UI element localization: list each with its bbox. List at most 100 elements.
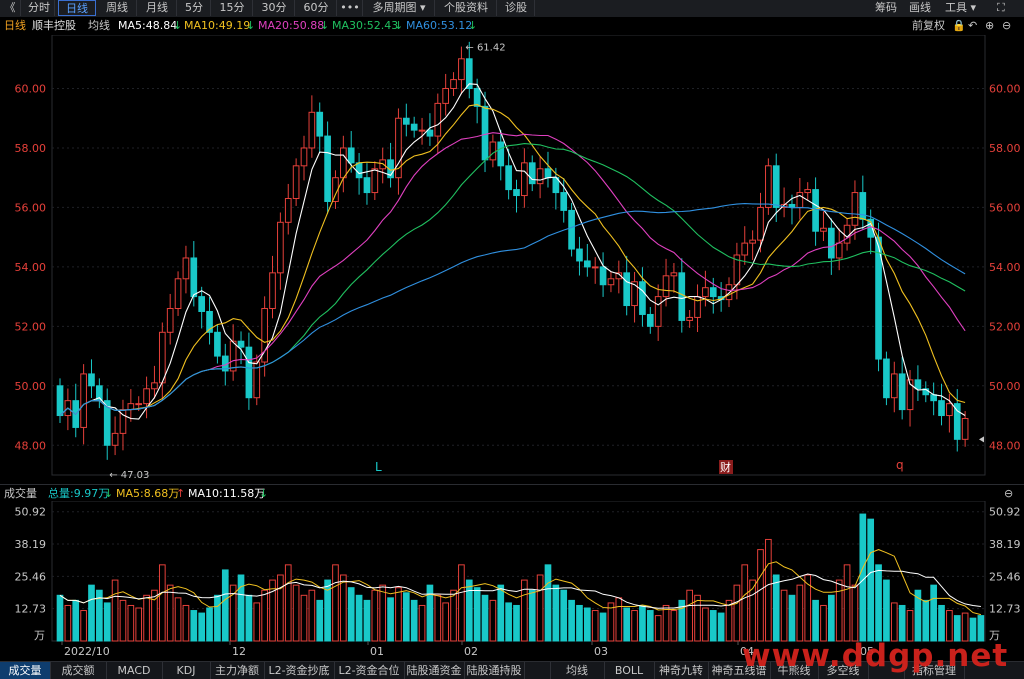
indicator-tab-6[interactable]: L2-资金合位 xyxy=(334,662,405,679)
candle-body xyxy=(646,313,654,327)
volume-bar xyxy=(560,589,568,642)
volume-bar xyxy=(591,610,599,642)
ma30-down-arrow-icon: ↓ xyxy=(394,19,404,32)
price-grid xyxy=(51,35,986,476)
volume-bar xyxy=(946,610,953,642)
indicator-tab-9[interactable] xyxy=(524,662,551,679)
candle-body xyxy=(347,147,355,164)
volume-bar xyxy=(890,602,898,642)
indicator-tab-1[interactable]: 成交额 xyxy=(50,662,107,679)
top-toolbar: 《 分时 日线 周线 月线 5分 15分 30分 60分 ••• 多周期图 ▾ 个股资料 诊股 筹码 … xyxy=(0,0,1024,18)
volume-ma5-line xyxy=(59,549,982,616)
candle-body xyxy=(363,177,371,194)
volume-bar xyxy=(214,594,221,642)
volume-chart[interactable]: 50.92 50.92 38.19 38.19 25.46 25.46 12.73 12.73… xyxy=(0,501,1024,661)
toolbar-tab-3[interactable]: 月线 xyxy=(138,0,177,16)
back-icon[interactable]: 《 xyxy=(0,0,21,16)
volume-bar xyxy=(119,599,127,642)
toolbar-tab-6[interactable]: 30分 xyxy=(254,0,295,16)
toolbar-tab-0[interactable]: 分时 xyxy=(24,0,55,16)
indicator-tab-2[interactable]: MACD xyxy=(106,662,163,679)
toolbar-tab-1[interactable]: 日线 xyxy=(58,0,96,16)
draw-line-button[interactable]: 画线 xyxy=(909,0,931,16)
volume-bar xyxy=(497,584,505,642)
candle-body xyxy=(292,165,300,200)
indicator-tab-12[interactable]: 神奇九转 xyxy=(654,662,709,679)
adjust-label[interactable]: 前复权 xyxy=(912,17,945,35)
volume-bar xyxy=(395,587,402,642)
zoom-in-icon[interactable]: ⊕ xyxy=(985,17,994,35)
indicator-tab-4[interactable]: 主力净额 xyxy=(210,662,265,679)
volume-bar xyxy=(458,564,465,642)
volume-bar xyxy=(576,604,583,642)
volume-ma5: MA5:8.68万 xyxy=(116,487,180,500)
tools-menu[interactable]: 工具 ▾ xyxy=(945,0,976,16)
stock-name: 顺丰控股 xyxy=(32,19,76,32)
volume-bar xyxy=(72,599,80,642)
toolbar-tab-5[interactable]: 15分 xyxy=(212,0,253,16)
toolbar-tab-9[interactable]: 多周期图 ▾ xyxy=(364,0,435,16)
price-tick-left: 52.00 xyxy=(15,320,47,333)
volume-bar xyxy=(277,574,284,642)
price-chart[interactable]: 60.00 58.00 56.00 54.00 52.00 50.00 48.00 60.0… xyxy=(0,35,1024,484)
chips-button[interactable]: 筹码 xyxy=(875,0,897,16)
vol-ma5-up-arrow-icon: ↑ xyxy=(176,487,186,500)
toolbar-tab-7[interactable]: 60分 xyxy=(296,0,337,16)
lock-icon[interactable]: 🔒 xyxy=(952,17,966,35)
candle-body xyxy=(576,248,583,262)
volume-bar xyxy=(654,615,662,642)
price-tick-right: 54.00 xyxy=(989,261,1021,274)
indicator-tab-8[interactable]: 陆股通持股 xyxy=(464,662,525,679)
toolbar-tab-10[interactable]: 个股资料 xyxy=(436,0,497,16)
volume-bar xyxy=(631,610,638,642)
toolbar-tab-2[interactable]: 周线 xyxy=(98,0,137,16)
candle-body xyxy=(174,278,182,310)
volume-bar xyxy=(347,587,355,642)
volume-bar xyxy=(166,584,174,642)
indicator-tab-7[interactable]: 陆股通资金 xyxy=(404,662,465,679)
candle-body xyxy=(308,111,316,149)
toolbar-tab-11[interactable]: 诊股 xyxy=(498,0,535,16)
candle-body xyxy=(473,88,481,107)
candle-body xyxy=(843,224,851,244)
indicator-tab-5[interactable]: L2-资金抄底 xyxy=(264,662,335,679)
price-tick-left: 58.00 xyxy=(15,142,47,155)
volume-bar xyxy=(741,564,749,642)
ma-label: 均线 xyxy=(88,19,110,32)
toolbar-tab-8[interactable]: ••• xyxy=(338,0,363,16)
candle-body xyxy=(340,147,347,179)
ma60-down-arrow-icon: ↓ xyxy=(468,19,478,32)
volume-bar xyxy=(410,599,418,642)
candle-body xyxy=(591,266,599,269)
volume-bar xyxy=(922,599,930,642)
candle-body xyxy=(686,316,693,321)
volume-bar xyxy=(284,564,292,642)
volume-bar xyxy=(568,599,575,642)
indicator-tab-10[interactable]: 均线 xyxy=(550,662,605,679)
undo-icon[interactable]: ↶ xyxy=(968,17,977,35)
volume-close-icon[interactable]: ⊖ xyxy=(1004,485,1013,502)
volume-bar xyxy=(599,612,607,642)
zoom-out-icon[interactable]: ⊖ xyxy=(1002,17,1011,35)
indicator-tab-3[interactable]: KDJ xyxy=(162,662,211,679)
volume-bar xyxy=(418,604,426,642)
candle-body xyxy=(568,209,575,250)
volume-tick-right: 12.73 xyxy=(989,603,1021,616)
volume-bar xyxy=(780,589,788,642)
candle-body xyxy=(796,192,804,208)
candle-body xyxy=(820,227,827,232)
price-annotations: ← 61.42 ← 47.03 L 财 q xyxy=(109,42,984,481)
toolbar-tab-4[interactable]: 5分 xyxy=(178,0,211,16)
fullscreen-icon[interactable]: ⛶ xyxy=(997,0,1005,16)
indicator-tab-0[interactable]: 成交量 xyxy=(0,662,51,679)
volume-tick-left: 12.73 xyxy=(15,603,47,616)
volume-tick-left: 38.19 xyxy=(15,538,47,551)
volume-tick-right: 38.19 xyxy=(989,538,1021,551)
price-tick-right: 52.00 xyxy=(989,320,1021,333)
ma-info-bar: 日线 顺丰控股 均线 MA5:48.84 ↓ MA10:49.19 ↓ MA20… xyxy=(0,17,1024,35)
price-frame xyxy=(51,35,986,476)
candle-body xyxy=(765,165,772,208)
indicator-tab-11[interactable]: BOLL xyxy=(604,662,655,679)
watermark: www.ddgp.net xyxy=(742,638,1009,674)
volume-bar xyxy=(883,579,890,642)
